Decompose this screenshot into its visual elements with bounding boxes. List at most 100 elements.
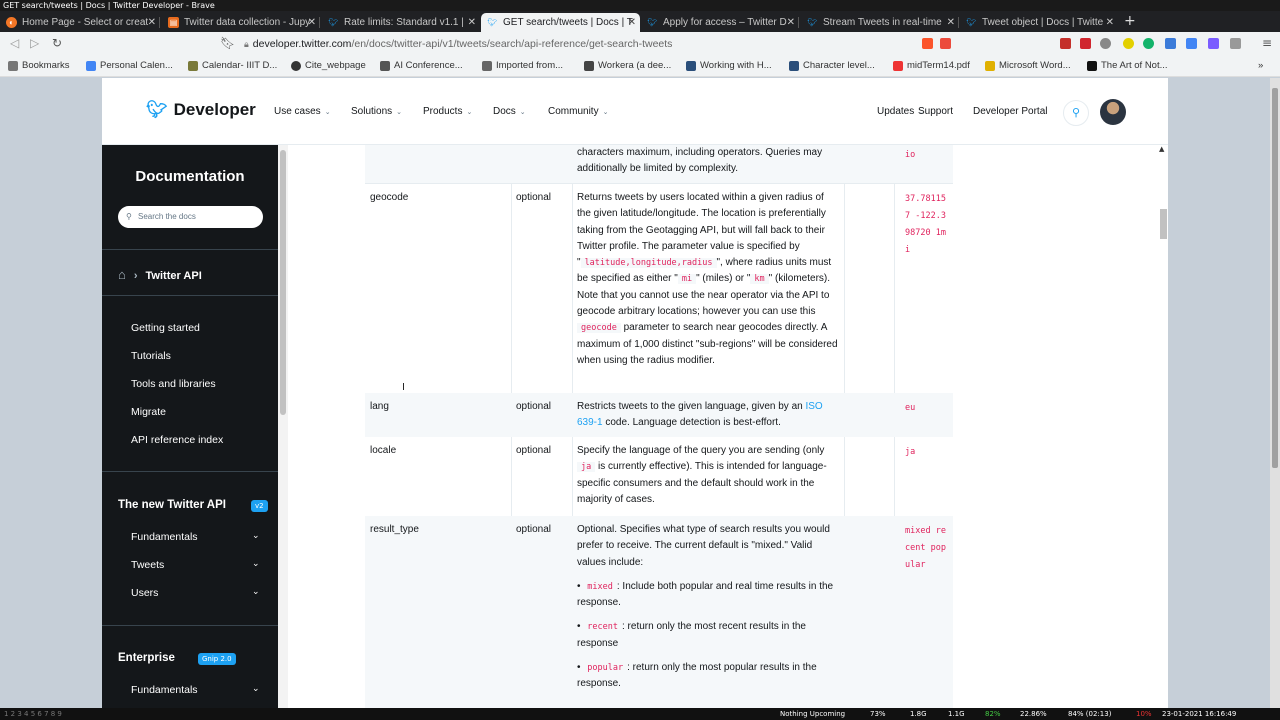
sidebar-item-enterprise-fundamentals[interactable]: Fundamentals — [131, 684, 198, 696]
scrollbar-thumb[interactable] — [1160, 209, 1167, 239]
sidebar-breadcrumb[interactable]: ⌂ › Twitter API — [118, 267, 202, 282]
nav-support[interactable]: Support — [918, 106, 953, 117]
translate-icon[interactable] — [1186, 38, 1197, 49]
desc-text: Specify the language of the query you ar… — [577, 445, 825, 456]
brave-rewards-icon[interactable] — [940, 38, 951, 49]
bookmark-icon[interactable]: 🔖︎ — [220, 36, 235, 50]
menu-icon[interactable]: ≡ — [1262, 36, 1272, 50]
sidebar-item-api-reference-index[interactable]: API reference index — [131, 434, 223, 446]
bookmark-item[interactable]: Workera (a dee... — [584, 59, 671, 73]
tab-twitter-data-collection[interactable]: ▤ Twitter data collection - Jupy ✕ — [162, 13, 320, 32]
workera-icon — [584, 61, 594, 71]
tab-apply-for-access[interactable]: 🐦︎ Apply for access – Twitter D ✕ — [641, 13, 799, 32]
extension-icon[interactable] — [1208, 38, 1219, 49]
scroll-up-icon[interactable]: ▲ — [1159, 145, 1164, 153]
window-scrollbar[interactable] — [1270, 78, 1280, 708]
tab-get-search-tweets[interactable]: 🐦︎ GET search/tweets | Docs | T ✕ — [481, 13, 640, 32]
back-button[interactable]: ◁ — [10, 36, 19, 50]
sidebar-item-getting-started[interactable]: Getting started — [131, 322, 200, 334]
extension-icon[interactable] — [1165, 38, 1176, 49]
tab-stream-tweets[interactable]: 🐦︎ Stream Tweets in real-time ✕ — [801, 13, 959, 32]
close-icon[interactable]: ✕ — [468, 13, 476, 32]
address-bar[interactable]: 🔒︎ developer.twitter.com/en/docs/twitter-… — [244, 35, 914, 53]
extension-icon[interactable] — [1060, 38, 1071, 49]
nav-label: Support — [918, 106, 954, 117]
brave-shields-icon[interactable] — [922, 38, 933, 49]
home-icon[interactable]: ⌂ — [118, 267, 126, 282]
bookmark-item[interactable]: Personal Calen... — [86, 59, 173, 73]
sidebar-scrollbar[interactable] — [278, 145, 288, 708]
sidebar-item-tutorials[interactable]: Tutorials — [131, 350, 171, 362]
chevron-down-icon[interactable]: ⌄ — [252, 684, 260, 694]
version-badge: Gnip 2.0 — [198, 653, 236, 665]
chevron-down-icon[interactable]: ⌄ — [252, 531, 260, 541]
nav-use-cases[interactable]: Use cases ⌄ — [274, 106, 331, 117]
nav-products[interactable]: Products ⌄ — [423, 106, 472, 117]
tab-home-page[interactable]: ◐ Home Page - Select or creat ✕ — [0, 13, 160, 32]
inline-code: km — [750, 274, 769, 285]
extension-icon[interactable] — [1143, 38, 1154, 49]
jupyter-icon: ◐ — [6, 17, 17, 28]
bookmarks-overflow-button[interactable]: » — [1258, 59, 1263, 73]
chevron-down-icon[interactable]: ⌄ — [252, 559, 260, 569]
cpu-status: 22.86% — [1020, 710, 1047, 718]
nav-docs[interactable]: Docs ⌄ — [493, 106, 526, 117]
extension-icon[interactable] — [1123, 38, 1134, 49]
nav-label: Updates — [877, 106, 915, 117]
bookmark-item[interactable]: Microsoft Word... — [985, 59, 1071, 73]
tab-rate-limits[interactable]: 🐦︎ Rate limits: Standard v1.1 | ✕ — [322, 13, 480, 32]
extensions-icon[interactable] — [1230, 38, 1241, 49]
nav-solutions[interactable]: Solutions ⌄ — [351, 106, 402, 117]
close-icon[interactable]: ✕ — [1106, 13, 1114, 32]
extension-icon[interactable] — [1080, 38, 1091, 49]
bookmark-item[interactable]: AI Conference... — [380, 59, 463, 73]
new-tab-button[interactable]: + — [1124, 13, 1136, 29]
close-icon[interactable]: ✕ — [787, 13, 795, 32]
close-icon[interactable]: ✕ — [308, 13, 316, 32]
table-row: characters maximum, including operators.… — [365, 145, 953, 183]
sidebar-search-input[interactable]: ⚲ Search the docs — [118, 206, 263, 228]
content-scrollbar[interactable]: ▲ — [1159, 145, 1168, 708]
avatar[interactable] — [1100, 99, 1126, 125]
bookmark-item[interactable]: midTerm14.pdf — [893, 59, 970, 73]
search-button[interactable]: ⚲ — [1063, 100, 1089, 126]
extension-icon[interactable] — [1100, 38, 1111, 49]
bookmark-item[interactable]: Calendar- IIIT D... — [188, 59, 277, 73]
sidebar-item-fundamentals[interactable]: Fundamentals — [131, 531, 198, 543]
forward-button[interactable]: ▷ — [30, 36, 39, 50]
bookmark-item[interactable]: Imported from... — [482, 59, 563, 73]
developer-logo[interactable]: 🐦︎ Developer — [146, 100, 256, 120]
option-item: • recent: return only the most recent re… — [577, 621, 806, 649]
chevron-down-icon[interactable]: ⌄ — [252, 587, 260, 597]
twitter-icon: 🐦︎ — [807, 18, 818, 27]
close-icon[interactable]: ✕ — [947, 13, 955, 32]
twitter-icon: 🐦︎ — [487, 18, 498, 27]
close-icon[interactable]: ✕ — [628, 13, 636, 32]
divider — [102, 471, 278, 472]
bookmark-item[interactable]: Cite_webpage — [291, 59, 366, 73]
url-path: /en/docs/twitter-api/v1/tweets/search/ap… — [351, 38, 673, 50]
scrollbar-thumb[interactable] — [1272, 88, 1278, 468]
tab-tweet-object[interactable]: 🐦︎ Tweet object | Docs | Twitte ✕ — [960, 13, 1118, 32]
inline-code: mi — [677, 274, 697, 285]
nav-community[interactable]: Community ⌄ — [548, 106, 608, 117]
reload-button[interactable]: ↻ — [52, 36, 62, 50]
tab-label: Stream Tweets in real-time — [823, 17, 942, 28]
bookmark-item[interactable]: Working with H... — [686, 59, 772, 73]
divider — [102, 295, 278, 296]
volume-status: 73% — [870, 710, 886, 718]
bookmark-item[interactable]: Bookmarks — [8, 59, 70, 73]
sidebar-item-migrate[interactable]: Migrate — [131, 406, 166, 418]
tab-label: GET search/tweets | Docs | T — [503, 17, 633, 28]
sidebar-item-users[interactable]: Users — [131, 587, 158, 599]
bookmark-item[interactable]: Character level... — [789, 59, 875, 73]
scrollbar-thumb[interactable] — [280, 150, 286, 415]
workspace-switcher[interactable]: 1 2 3 4 5 6 7 8 9 — [4, 708, 62, 720]
page-content: 🐦︎ Developer Use cases ⌄ Solutions ⌄ Produc… — [102, 78, 1168, 708]
bookmark-item[interactable]: The Art of Not... — [1087, 59, 1168, 73]
sidebar-item-tools-and-libraries[interactable]: Tools and libraries — [131, 378, 216, 390]
sidebar-item-tweets[interactable]: Tweets — [131, 559, 164, 571]
close-icon[interactable]: ✕ — [148, 13, 156, 32]
chevron-down-icon: ⌄ — [396, 109, 403, 116]
nav-developer-portal[interactable]: Developer Portal — [973, 106, 1047, 117]
